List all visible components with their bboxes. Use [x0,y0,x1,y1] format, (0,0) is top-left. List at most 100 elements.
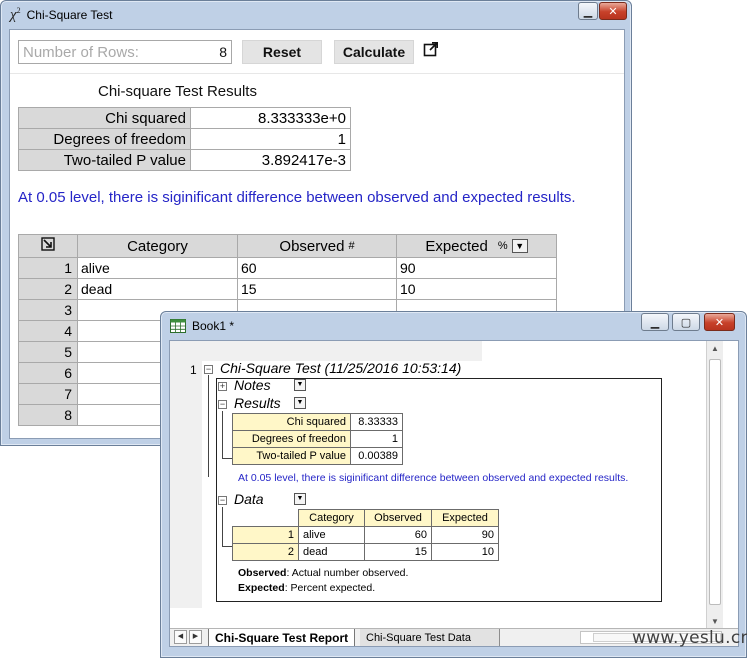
observed-cell[interactable]: 60 [237,257,397,279]
result-value: 0.00389 [350,447,403,465]
row-number: 1 [18,257,78,279]
row-number: 1 [190,363,197,377]
expected-header: Expected % ▼ [396,234,557,258]
report-data-table: Category Observed Expected 1 alive 60 90… [232,509,499,561]
observed-cell[interactable]: 15 [237,278,397,300]
report-significance-text: At 0.05 level, there is siginificant dif… [238,472,629,484]
close-icon: ✕ [714,316,725,329]
table-row: Degrees of freedon 1 [232,430,403,448]
popout-icon[interactable] [423,41,439,57]
table-row: 1 alive 60 90 [18,257,557,279]
maximize-button[interactable]: ▢ [672,313,700,331]
result-value: 8.33333 [350,413,403,431]
import-icon [41,237,55,251]
observed-note-text: : Actual number observed. [286,567,409,579]
first-sheet-icon[interactable]: ◀ [174,630,187,644]
row-number: 7 [18,383,78,405]
minus-icon: − [219,399,226,409]
row-number: 3 [18,299,78,321]
calculate-button[interactable]: Calculate [334,40,414,64]
table-row: 2 dead 15 10 [232,543,499,561]
results-dropdown[interactable]: ▼ [294,397,306,409]
row-number: 2 [232,543,299,561]
expected-cell[interactable]: 10 [396,278,557,300]
expected-cell[interactable]: 90 [396,257,557,279]
tab-chi-square-test-report[interactable]: Chi-Square Test Report [208,629,356,646]
row-number: 8 [18,404,78,426]
expected-note: Expected: Percent expected. [238,582,375,594]
maximize-icon: ▢ [680,316,692,329]
close-button[interactable]: ✕ [704,313,735,331]
tree-line [222,507,223,547]
notes-section-label: Notes [234,377,271,393]
expected-cell: 90 [431,526,499,544]
observed-note: Observed: Actual number observed. [238,567,408,579]
tab-chi-square-test-data[interactable]: Chi-Square Test Data [360,629,500,646]
result-value: 1 [190,128,351,150]
minimize-button[interactable]: ▁ [578,2,598,20]
minus-icon: − [205,364,212,374]
row-gutter [170,341,202,608]
table-row: 1 alive 60 90 [232,526,499,544]
next-sheet-icon[interactable]: ▶ [189,630,202,644]
category-cell: dead [298,543,365,561]
row-number: 4 [18,320,78,342]
close-icon: ✕ [608,5,618,18]
result-label: Chi squared [18,107,191,129]
watermark: www.yeslu.cn [632,628,747,648]
import-corner-cell[interactable] [18,234,78,258]
toolbar: Number of Rows: 8 Reset Calculate [10,30,624,74]
workbook-icon [170,319,186,333]
category-cell: alive [298,526,365,544]
chevron-down-icon: ▼ [296,495,304,502]
result-value: 3.892417e-3 [190,149,351,171]
chevron-down-icon: ▼ [296,381,304,388]
window-title: Chi-Square Test [26,8,113,22]
table-row: 2 dead 15 10 [18,278,557,300]
observed-header-label: Observed [279,237,345,255]
observed-note-key: Observed [238,567,287,579]
table-row: Chi squared 8.33333 [232,413,403,431]
row-number: 1 [232,526,299,544]
collapse-results-toggle[interactable]: − [218,400,227,409]
chevron-down-icon: ▼ [296,399,304,406]
expected-unit-dropdown[interactable]: ▼ [511,239,528,253]
expand-notes-toggle[interactable]: + [218,382,227,391]
data-dropdown[interactable]: ▼ [294,493,306,505]
row-number: 5 [18,341,78,363]
minimize-icon: ▁ [583,5,593,18]
tree-line [222,546,232,547]
expected-header: Expected [431,509,499,527]
row-number: 2 [18,278,78,300]
scroll-thumb[interactable] [709,359,721,605]
result-label: Degrees of freedon [232,430,351,448]
collapse-data-toggle[interactable]: − [218,496,227,505]
category-header: Category [298,509,365,527]
title-bar[interactable]: χ2 Chi-Square Test ▁ ✕ [1,1,631,29]
result-label: Two-tailed P value [18,149,191,171]
table-header-row: Category Observed # Expected % ▼ [18,234,557,258]
workbook-panel: 1 − Chi-Square Test (11/25/2016 10:53:14… [169,340,739,647]
book1-window: Book1 * ▁ ▢ ✕ 1 − Chi-Square Test (11/25… [160,311,747,658]
vertical-scrollbar[interactable]: ▲ ▼ [706,341,723,630]
tree-line [222,458,232,459]
data-section-label: Data [234,491,264,507]
minimize-button[interactable]: ▁ [641,313,669,331]
rows-input-value: 8 [219,44,227,60]
result-label: Two-tailed P value [232,447,351,465]
category-cell[interactable]: dead [77,278,238,300]
row-number: 6 [18,362,78,384]
notes-dropdown[interactable]: ▼ [294,379,306,391]
window-title: Book1 * [192,319,235,333]
header-strip [202,341,482,361]
number-of-rows-input[interactable]: Number of Rows: 8 [18,40,232,64]
category-cell[interactable]: alive [77,257,238,279]
chevron-down-icon: ▼ [515,241,525,251]
close-button[interactable]: ✕ [599,2,627,20]
title-bar[interactable]: Book1 * ▁ ▢ ✕ [161,312,746,340]
scroll-up-icon[interactable]: ▲ [707,341,723,357]
result-label: Degrees of freedom [18,128,191,150]
reset-button[interactable]: Reset [242,40,322,64]
collapse-report-toggle[interactable]: − [204,365,213,374]
result-value: 8.333333e+0 [190,107,351,129]
